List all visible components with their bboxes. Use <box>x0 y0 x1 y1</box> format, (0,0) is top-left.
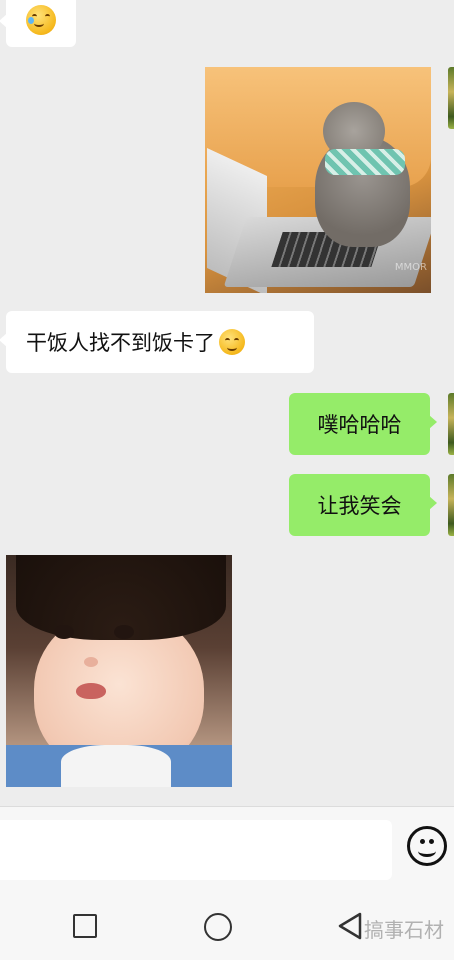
sticker-watermark: MMOR <box>394 262 427 273</box>
message-text: 噗哈哈哈 <box>317 413 402 437</box>
message-text: 干饭人找不到饭卡了 <box>26 331 215 355</box>
message-text: 让我笑会 <box>317 494 402 518</box>
cat-sticker-image[interactable]: MMOR <box>205 67 431 293</box>
chat-area[interactable]: MMOR 干饭人找不到饭卡了 噗哈哈哈 让我笑会 <box>0 0 454 806</box>
laughing-emoji-icon <box>26 4 56 35</box>
message-input[interactable] <box>0 820 392 880</box>
avatar[interactable] <box>448 67 454 129</box>
back-icon[interactable] <box>336 911 366 941</box>
recent-apps-icon[interactable] <box>73 914 97 938</box>
baby-sticker-image[interactable] <box>6 555 232 787</box>
input-bar <box>0 806 454 891</box>
message-bubble-text[interactable]: 干饭人找不到饭卡了 <box>0 311 314 373</box>
avatar[interactable] <box>448 474 454 536</box>
smiling-emoji-icon <box>219 329 245 355</box>
message-bubble-text[interactable]: 让我笑会 <box>289 474 437 536</box>
home-icon[interactable] <box>204 913 232 941</box>
watermark-text: 搞事石材 <box>364 918 444 942</box>
emoji-icon[interactable] <box>407 826 447 866</box>
message-bubble-text[interactable]: 噗哈哈哈 <box>289 393 437 455</box>
avatar[interactable] <box>448 393 454 455</box>
message-bubble-emoji[interactable] <box>0 0 76 47</box>
